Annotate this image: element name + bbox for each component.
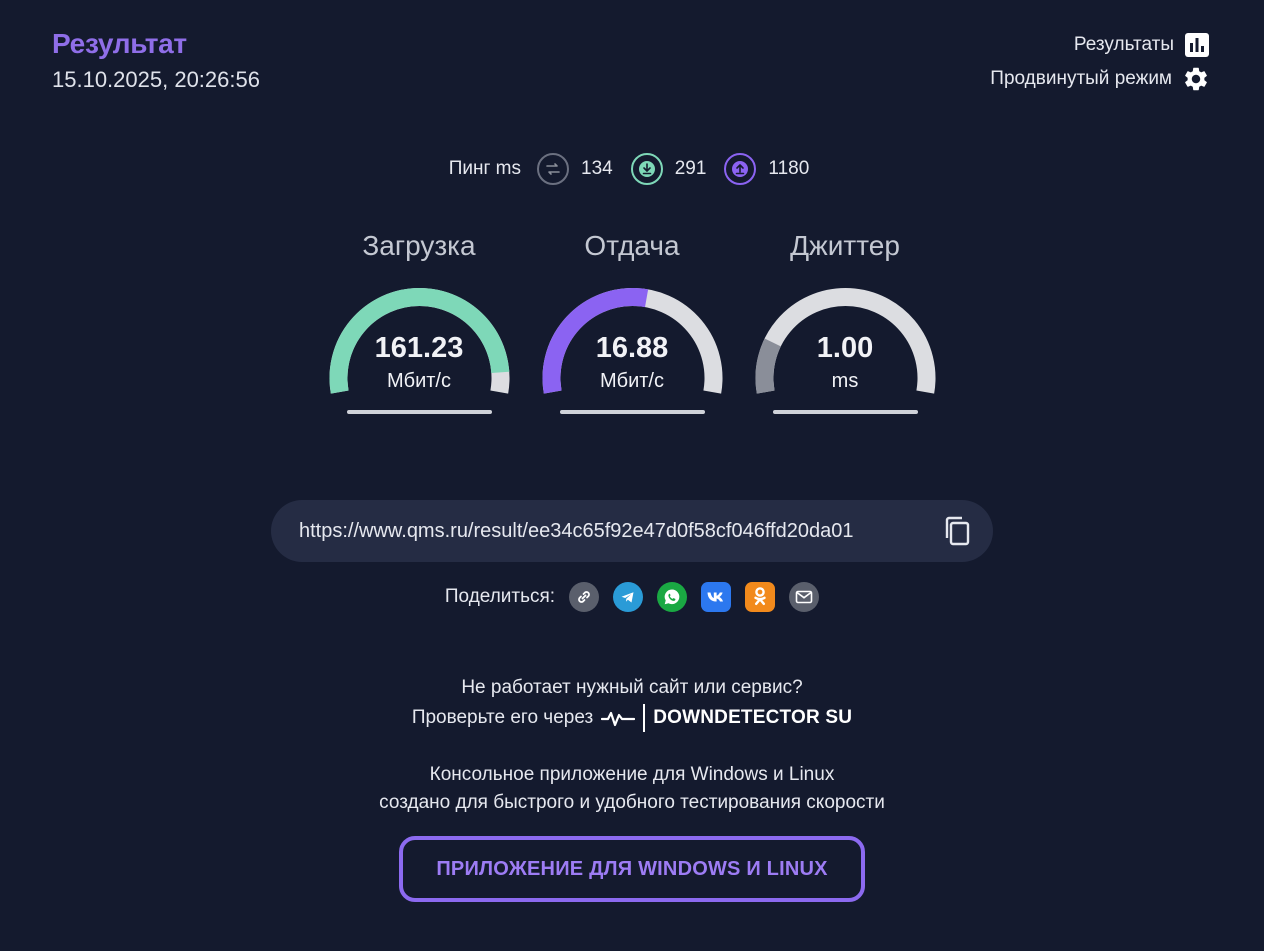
downdetector-brand: DOWNDETECTOR SU	[653, 707, 853, 728]
downdetector-link[interactable]: DOWNDETECTOR SU	[601, 703, 852, 733]
gauge-dial: 1.00 ms	[755, 278, 936, 428]
console-line-1: Консольное приложение для Windows и Linu…	[429, 764, 835, 785]
gauge-unit: Мбит/с	[599, 370, 664, 392]
page-title: Результат	[52, 28, 187, 59]
downdetector-question: Не работает нужный сайт или сервис?	[461, 677, 803, 698]
gauge-value: 161.23	[374, 332, 464, 364]
results-link[interactable]: Результаты	[1074, 32, 1210, 58]
ping-idle-value: 134	[581, 158, 613, 179]
gauge-unit: ms	[831, 370, 859, 392]
share-row: Поделиться:	[0, 582, 1264, 612]
vk-icon[interactable]	[701, 582, 732, 612]
console-line-2: создано для быстрого и удобного тестиров…	[379, 792, 885, 813]
gauge-title: Отдача	[584, 230, 680, 261]
ping-row: Пинг ms 134 291 1180	[0, 153, 1264, 185]
telegram-icon[interactable]	[613, 582, 644, 612]
gauge-value: 16.88	[595, 332, 669, 364]
ping-label: Пинг ms	[448, 158, 522, 179]
advanced-mode-label: Продвинутый режим	[990, 68, 1172, 89]
gauge-baseline	[772, 410, 918, 414]
ping-download-icon	[630, 153, 663, 185]
share-label: Поделиться:	[444, 586, 556, 607]
ping-upload-value: 1180	[768, 158, 810, 179]
email-icon[interactable]	[789, 582, 820, 612]
pulse-icon	[601, 711, 636, 727]
gauge-upload: Отдача 16.88 Мбит/с	[542, 228, 723, 428]
whatsapp-icon[interactable]	[657, 582, 688, 612]
gauge-title: Загрузка	[362, 230, 476, 261]
ping-idle-icon	[537, 153, 570, 185]
result-url[interactable]: https://www.qms.ru/result/ee34c65f92e47d…	[299, 520, 941, 543]
console-app-promo: Консольное приложение для Windows и Linu…	[0, 761, 1264, 817]
gauge-title: Джиттер	[790, 230, 900, 261]
gauge-download: Загрузка 161.23 Мбит/с	[329, 228, 510, 428]
gauge-jitter: Джиттер 1.00 ms	[755, 228, 936, 428]
gear-icon	[1182, 65, 1210, 93]
gauge-baseline	[346, 410, 492, 414]
speedtest-result-page: Результат 15.10.2025, 20:26:56 Результат…	[0, 0, 1264, 951]
gauge-baseline	[559, 410, 705, 414]
result-datetime: 15.10.2025, 20:26:56	[52, 67, 260, 92]
advanced-mode-link[interactable]: Продвинутый режим	[990, 66, 1210, 92]
gauge-value: 1.00	[816, 332, 874, 364]
app-download-button[interactable]: ПРИЛОЖЕНИЕ ДЛЯ WINDOWS И LINUX	[399, 836, 865, 902]
link-icon[interactable]	[569, 582, 600, 612]
gauge-dial: 161.23 Мбит/с	[329, 278, 510, 428]
ping-upload-icon	[724, 153, 757, 185]
result-url-box: https://www.qms.ru/result/ee34c65f92e47d…	[271, 500, 993, 562]
downdetector-line: Проверьте его через DOWNDETECTOR SU	[0, 703, 1264, 733]
copy-icon	[945, 516, 970, 546]
results-link-label: Результаты	[1073, 34, 1174, 55]
odnoklassniki-icon[interactable]	[745, 582, 776, 612]
downdetector-promo: Не работает нужный сайт или сервис? Пров…	[0, 673, 1264, 733]
copy-button[interactable]	[941, 515, 973, 547]
ping-download-value: 291	[674, 158, 707, 179]
gauge-dial: 16.88 Мбит/с	[542, 278, 723, 428]
downdetector-divider	[643, 704, 646, 732]
bar-chart-icon	[1184, 32, 1210, 58]
downdetector-prompt: Проверьте его через	[411, 707, 594, 728]
top-links: Результаты Продвинутый режим	[990, 32, 1210, 92]
gauge-unit: Мбит/с	[386, 370, 451, 392]
gauges: Загрузка 161.23 Мбит/с Отдача 16.88 Мбит…	[0, 228, 1264, 428]
